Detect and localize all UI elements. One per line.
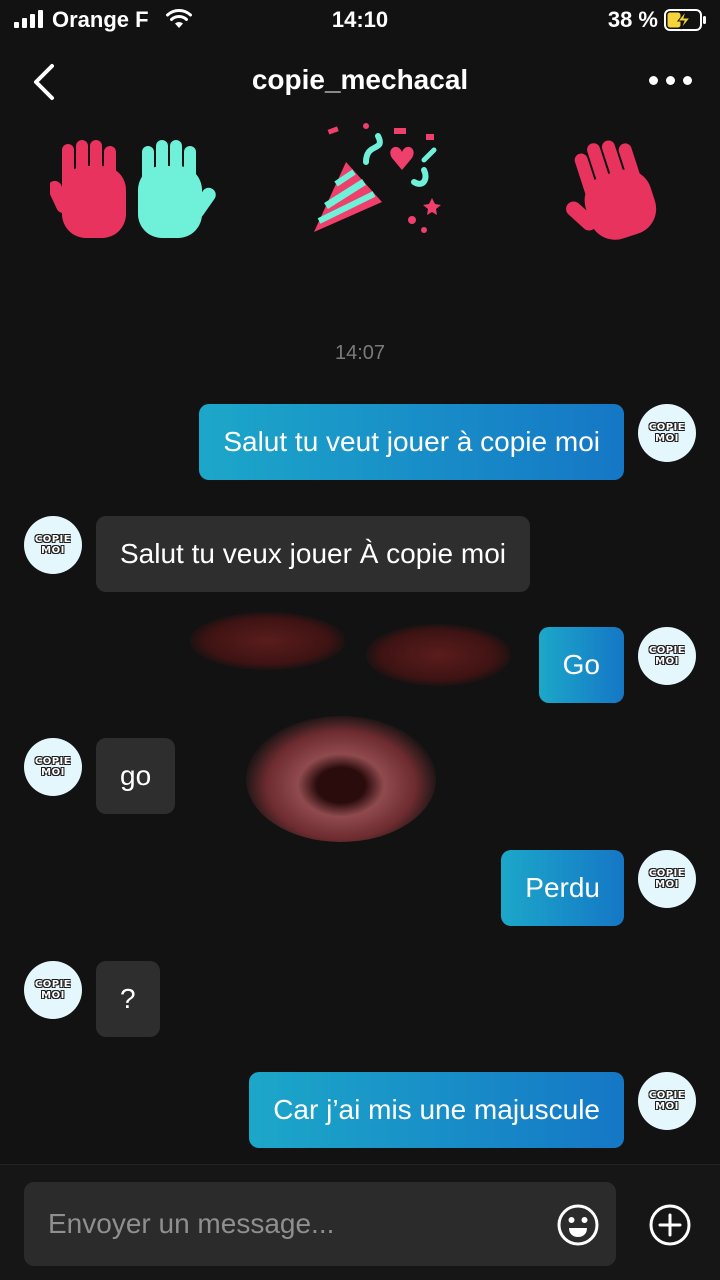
message-bubble-sent[interactable]: Go <box>538 627 624 703</box>
message-row: Salut tu veut jouer à copie moi COPIE MOI <box>0 404 720 482</box>
message-row: Perdu COPIE MOI <box>0 850 720 928</box>
more-options-icon[interactable] <box>646 68 694 92</box>
message-bubble-sent[interactable]: Car j’ai mis une majuscule <box>249 1072 624 1148</box>
avatar[interactable]: COPIE MOI <box>24 961 82 1019</box>
add-icon[interactable] <box>648 1203 692 1247</box>
message-bubble-sent[interactable]: Perdu <box>501 850 624 926</box>
chat-header: copie_mechacal <box>0 40 720 120</box>
message-bubble-received[interactable]: go <box>96 738 176 814</box>
avatar[interactable]: COPIE MOI <box>638 1072 696 1130</box>
message-input[interactable] <box>24 1182 616 1266</box>
clapping-hands-sticker[interactable] <box>50 136 220 246</box>
party-popper-sticker[interactable] <box>306 122 446 240</box>
message-composer <box>0 1164 720 1280</box>
battery-charging-icon <box>664 9 706 31</box>
message-row: Car j’ai mis une majuscule COPIE MOI <box>0 1072 720 1150</box>
message-row: COPIE MOI Salut tu veux jouer À copie moi <box>0 516 720 594</box>
avatar[interactable]: COPIE MOI <box>24 738 82 796</box>
chat-timestamp: 14:07 <box>334 342 386 364</box>
message-bubble-sent[interactable]: Salut tu veut jouer à copie moi <box>199 404 624 480</box>
message-row: COPIE MOI ? <box>0 961 720 1039</box>
chat-title[interactable]: copie_mechacal <box>0 64 720 96</box>
message-bubble-received[interactable]: Salut tu veux jouer À copie moi <box>96 516 530 592</box>
emoji-icon[interactable] <box>556 1203 600 1247</box>
message-row: Go COPIE MOI <box>0 627 720 705</box>
avatar[interactable]: COPIE MOI <box>638 850 696 908</box>
waving-hand-sticker[interactable] <box>562 136 672 242</box>
message-row: COPIE MOI go <box>0 738 720 816</box>
message-bubble-received[interactable]: ? <box>96 961 160 1037</box>
avatar[interactable]: COPIE MOI <box>24 516 82 574</box>
avatar[interactable]: COPIE MOI <box>638 404 696 462</box>
status-bar: Orange F 14:10 38 % <box>0 0 720 40</box>
avatar[interactable]: COPIE MOI <box>638 627 696 685</box>
battery-percentage: 38 % <box>607 7 658 32</box>
